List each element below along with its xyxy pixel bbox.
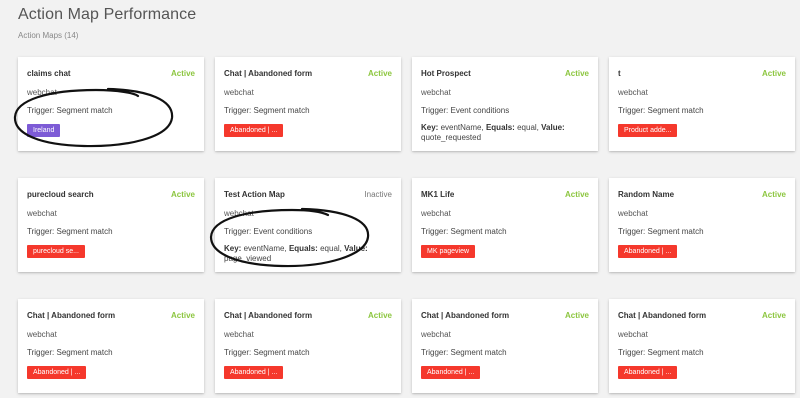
page-header: Action Map Performance Action Maps (14): [18, 6, 196, 40]
status-label: Active: [564, 190, 589, 199]
action-map-card[interactable]: MK1 Life Active webchat Trigger: Segment ma…: [412, 178, 598, 272]
action-map-card[interactable]: claims chat Active webchat Trigger: Segment…: [18, 57, 204, 151]
card-title: purecloud search: [27, 190, 94, 199]
segment-tag[interactable]: Abandoned | ...: [618, 366, 678, 379]
card-title: Chat | Abandoned form: [224, 69, 313, 78]
channel-label: webchat: [421, 209, 451, 218]
action-map-card[interactable]: Chat | Abandoned form Active webchat Trigge…: [609, 299, 795, 393]
segment-tag[interactable]: Ireland: [27, 124, 61, 137]
trigger-label: Trigger: Event conditions: [224, 227, 313, 236]
segment-tag[interactable]: MK pageview: [421, 245, 476, 258]
status-label: Active: [170, 190, 195, 199]
segment-tag[interactable]: Abandoned | ...: [27, 366, 87, 379]
segment-tag[interactable]: Product adde...: [618, 124, 678, 137]
card-title: Test Action Map: [224, 190, 285, 199]
card-title: Chat | Abandoned form: [618, 311, 707, 320]
trigger-label: Trigger: Segment match: [618, 348, 704, 357]
page-title: Action Map Performance: [18, 6, 197, 23]
action-map-card[interactable]: Chat | Abandoned form Active webchat Trigge…: [412, 299, 598, 393]
value-value: page_viewed: [224, 254, 272, 263]
action-map-card[interactable]: Chat | Abandoned form Active webchat Trigge…: [215, 299, 401, 393]
trigger-label: Trigger: Segment match: [27, 227, 113, 236]
channel-label: webchat: [421, 88, 451, 97]
card-title: MK1 Life: [421, 190, 455, 199]
channel-label: webchat: [27, 330, 57, 339]
card-title: claims chat: [27, 69, 71, 78]
channel-label: webchat: [618, 209, 648, 218]
event-condition-detail: Key: eventName, Equals: equal, Value: quo…: [421, 123, 589, 143]
card-title: Hot Prospect: [421, 69, 471, 78]
status-label: Active: [761, 69, 786, 78]
segment-tag[interactable]: Abandoned | ...: [224, 124, 284, 137]
trigger-label: Trigger: Segment match: [618, 106, 704, 115]
equals-value: equal,: [320, 244, 342, 253]
trigger-label: Trigger: Segment match: [27, 106, 113, 115]
segment-tag[interactable]: purecloud se...: [27, 245, 85, 258]
segment-tag[interactable]: Abandoned | ...: [421, 366, 481, 379]
equals-label: Equals:: [485, 123, 515, 132]
card-title: Chat | Abandoned form: [224, 311, 313, 320]
channel-label: webchat: [224, 209, 254, 218]
status-label: Inactive: [364, 190, 392, 199]
action-map-card[interactable]: Test Action Map Inactive webchat Trigger: E…: [215, 178, 401, 272]
card-title: Chat | Abandoned form: [27, 311, 116, 320]
action-maps-count: Action Maps (14): [18, 31, 79, 40]
channel-label: webchat: [224, 88, 254, 97]
channel-label: webchat: [27, 209, 57, 218]
action-map-card[interactable]: Random Name Active webchat Trigger: Segment…: [609, 178, 795, 272]
trigger-label: Trigger: Segment match: [224, 106, 310, 115]
status-label: Active: [367, 311, 392, 320]
action-map-card[interactable]: Chat | Abandoned form Active webchat Trigge…: [215, 57, 401, 151]
trigger-label: Trigger: Segment match: [618, 227, 704, 236]
action-map-card[interactable]: Chat | Abandoned form Active webchat Trigge…: [18, 299, 204, 393]
trigger-label: Trigger: Segment match: [27, 348, 113, 357]
status-label: Active: [170, 69, 195, 78]
action-map-card[interactable]: Hot Prospect Active webchat Trigger: Event …: [412, 57, 598, 151]
status-label: Active: [761, 190, 786, 199]
status-label: Active: [170, 311, 195, 320]
event-condition-detail: Key: eventName, Equals: equal, Value: pag…: [224, 244, 392, 264]
segment-tag[interactable]: Abandoned | ...: [618, 245, 678, 258]
status-label: Active: [564, 69, 589, 78]
trigger-label: Trigger: Segment match: [421, 348, 507, 357]
key-value: eventName,: [440, 123, 484, 132]
status-label: Active: [761, 311, 786, 320]
action-map-card[interactable]: purecloud search Active webchat Trigger: Se…: [18, 178, 204, 272]
equals-value: equal,: [517, 123, 539, 132]
trigger-label: Trigger: Segment match: [421, 227, 507, 236]
value-value: quote_requested: [421, 133, 482, 142]
channel-label: webchat: [224, 330, 254, 339]
status-label: Active: [367, 69, 392, 78]
channel-label: webchat: [618, 88, 648, 97]
trigger-label: Trigger: Event conditions: [421, 106, 510, 115]
action-map-card[interactable]: t Active webchat Trigger: Segment match Prod…: [609, 57, 795, 151]
card-title: Chat | Abandoned form: [421, 311, 510, 320]
value-label: Value:: [344, 244, 368, 253]
channel-label: webchat: [618, 330, 648, 339]
segment-tag[interactable]: Abandoned | ...: [224, 366, 284, 379]
trigger-label: Trigger: Segment match: [224, 348, 310, 357]
status-label: Active: [564, 311, 589, 320]
channel-label: webchat: [27, 88, 57, 97]
equals-label: Equals:: [288, 244, 318, 253]
key-label: Key:: [421, 123, 439, 132]
card-title: Random Name: [618, 190, 675, 199]
channel-label: webchat: [421, 330, 451, 339]
card-title: t: [618, 69, 621, 78]
key-label: Key:: [224, 244, 242, 253]
key-value: eventName,: [243, 244, 287, 253]
value-label: Value:: [541, 123, 565, 132]
